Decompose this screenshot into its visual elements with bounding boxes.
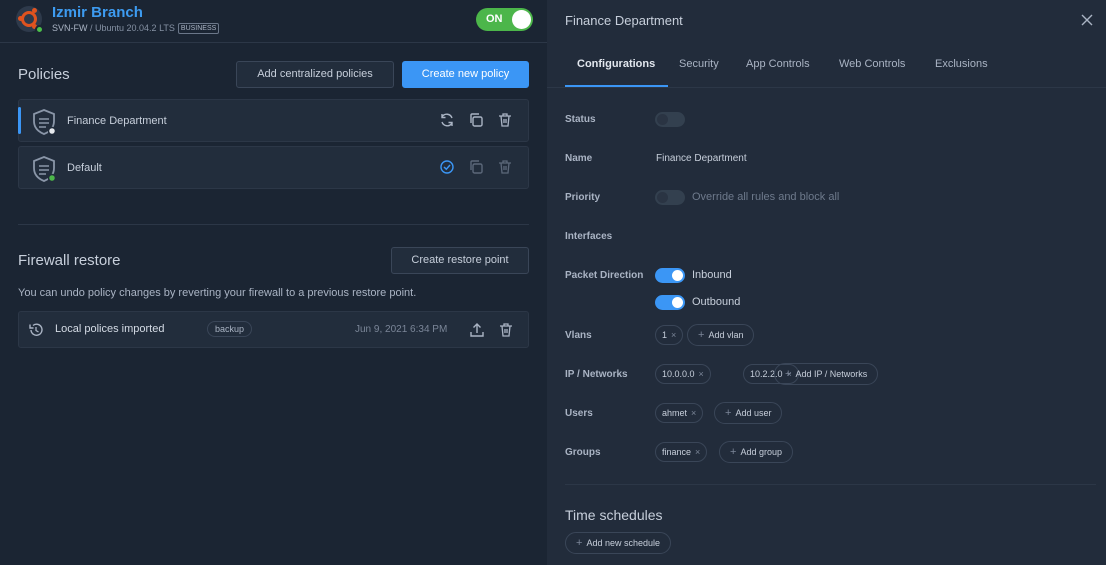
history-icon <box>29 323 43 336</box>
user-chip[interactable]: ahmet × <box>655 403 704 423</box>
packet-direction-label: Packet Direction <box>565 270 644 281</box>
online-status-dot <box>35 25 44 34</box>
chip-text: 1 <box>662 330 668 340</box>
add-schedule-label: Add new schedule <box>586 538 660 548</box>
section-divider <box>565 484 1096 485</box>
chip-text: ahmet <box>662 408 688 418</box>
add-ip-label: Add IP / Networks <box>795 369 868 379</box>
policy-detail-panel: Finance Department Configurations Securi… <box>547 0 1106 565</box>
interfaces-label: Interfaces <box>565 231 613 242</box>
add-centralized-policies-button[interactable]: Add centralized policies <box>236 61 394 88</box>
upload-icon[interactable] <box>469 322 485 338</box>
section-divider <box>18 224 529 225</box>
firewall-restore-title: Firewall restore <box>18 252 121 269</box>
add-new-schedule-button[interactable]: + Add new schedule <box>565 532 671 554</box>
plus-icon: + <box>698 329 705 341</box>
outbound-label: Outbound <box>692 296 741 308</box>
policies-title: Policies <box>18 66 70 83</box>
vlans-label: Vlans <box>565 330 592 341</box>
restore-point-date: Jun 9, 2021 6:34 PM <box>355 324 448 335</box>
remove-icon[interactable]: × <box>695 447 700 457</box>
branch-name[interactable]: Izmir Branch <box>52 4 143 21</box>
shield-icon <box>33 109 56 135</box>
firewall-power-toggle[interactable]: ON <box>476 8 533 31</box>
tab-web-controls[interactable]: Web Controls <box>839 58 905 70</box>
ip-chip[interactable]: 10.0.0.0 × <box>655 364 711 384</box>
plus-icon: + <box>785 368 792 380</box>
create-new-policy-button[interactable]: Create new policy <box>402 61 529 88</box>
restore-point-name: Local polices imported <box>55 323 165 335</box>
remove-icon[interactable]: × <box>691 408 696 418</box>
close-icon[interactable] <box>1081 14 1093 26</box>
tab-security[interactable]: Security <box>679 58 719 70</box>
check-circle-icon[interactable] <box>439 159 455 175</box>
priority-label: Priority <box>565 192 601 203</box>
remove-icon[interactable]: × <box>671 330 676 340</box>
add-user-label: Add user <box>735 408 772 418</box>
os-version: Ubuntu 20.04.2 LTS <box>95 23 175 33</box>
plus-icon: + <box>730 446 737 458</box>
toggle-label: ON <box>486 13 503 25</box>
groups-label: Groups <box>565 447 601 458</box>
plus-icon: + <box>576 537 583 549</box>
users-label: Users <box>565 408 593 419</box>
policy-name: Default <box>67 162 102 174</box>
device-header: Izmir Branch SVN-FW / Ubuntu 20.04.2 LTS… <box>0 0 547 43</box>
restore-point-row[interactable]: Local polices imported backup Jun 9, 202… <box>18 311 529 348</box>
trash-icon[interactable] <box>497 159 513 175</box>
remove-icon[interactable]: × <box>699 369 704 379</box>
plus-icon: + <box>725 407 732 419</box>
shield-icon <box>33 156 56 182</box>
chip-text: finance <box>662 447 692 457</box>
name-value: Finance Department <box>656 153 747 164</box>
priority-toggle[interactable] <box>655 190 685 205</box>
inbound-label: Inbound <box>692 269 732 281</box>
policy-name: Finance Department <box>67 115 167 127</box>
add-user-button[interactable]: + Add user <box>714 402 783 424</box>
ip-networks-label: IP / Networks <box>565 369 628 380</box>
restore-point-tag: backup <box>207 321 253 337</box>
restore-description: You can undo policy changes by reverting… <box>18 287 417 299</box>
copy-icon[interactable] <box>468 112 484 128</box>
time-schedules-title: Time schedules <box>565 507 663 523</box>
device-name: SVN-FW <box>52 23 88 33</box>
policy-row-finance[interactable]: Finance Department <box>18 99 529 142</box>
sync-icon[interactable] <box>439 112 455 128</box>
add-group-button[interactable]: + Add group <box>719 441 793 463</box>
policy-row-default[interactable]: Default <box>18 146 529 189</box>
edition-badge: BUSINESS <box>177 23 220 34</box>
name-label: Name <box>565 153 593 164</box>
device-info: SVN-FW / Ubuntu 20.04.2 LTS BUSINESS <box>52 23 220 34</box>
add-vlan-button[interactable]: + Add vlan <box>687 324 755 346</box>
create-restore-point-button[interactable]: Create restore point <box>391 247 529 274</box>
tab-exclusions[interactable]: Exclusions <box>935 58 988 70</box>
tab-app-controls[interactable]: App Controls <box>746 58 810 70</box>
vlan-chip[interactable]: 1 × <box>655 325 684 345</box>
status-toggle[interactable] <box>655 112 685 127</box>
priority-option-text: Override all rules and block all <box>692 191 840 203</box>
outbound-toggle[interactable] <box>655 295 685 310</box>
add-ip-networks-button[interactable]: + Add IP / Networks <box>774 363 879 385</box>
status-label: Status <box>565 114 596 125</box>
inbound-toggle[interactable] <box>655 268 685 283</box>
add-group-label: Add group <box>740 447 782 457</box>
panel-tabs: Configurations Security App Controls Web… <box>547 43 1106 88</box>
ubuntu-logo-icon <box>16 6 44 34</box>
trash-icon[interactable] <box>497 112 513 128</box>
chip-text: 10.0.0.0 <box>662 369 695 379</box>
trash-icon[interactable] <box>498 322 514 338</box>
left-pane: Izmir Branch SVN-FW / Ubuntu 20.04.2 LTS… <box>0 0 547 565</box>
panel-title: Finance Department <box>565 13 683 28</box>
tab-configurations[interactable]: Configurations <box>577 58 655 70</box>
add-vlan-label: Add vlan <box>708 330 744 340</box>
active-tab-indicator <box>565 85 668 87</box>
copy-icon[interactable] <box>468 159 484 175</box>
group-chip[interactable]: finance × <box>655 442 708 462</box>
